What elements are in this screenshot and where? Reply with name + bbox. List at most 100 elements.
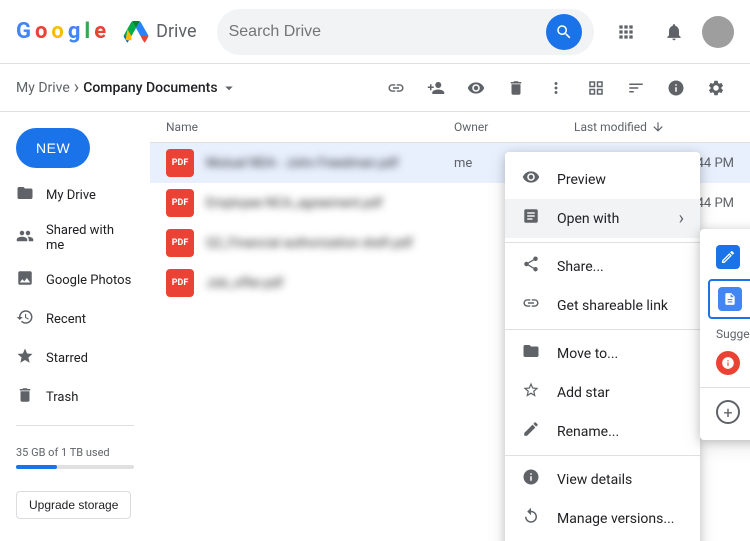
suggested-section: Suggested apps [700, 321, 750, 343]
more-button[interactable] [538, 70, 574, 106]
share-menu-icon [521, 255, 541, 278]
header-icons [606, 12, 734, 52]
sidebar-item-trash[interactable]: Trash [0, 378, 150, 417]
main-content: NEW My Drive Shared with me Google Photo… [0, 112, 750, 541]
star-menu-icon [521, 381, 541, 404]
sidebar-item-starred[interactable]: Starred [0, 339, 150, 378]
breadcrumb-home[interactable]: My Drive [16, 80, 70, 96]
pdf-file-icon: PDF [166, 229, 194, 257]
drive-logo: Drive [122, 21, 196, 43]
grid-icon [587, 79, 605, 97]
trash-icon [16, 386, 34, 409]
menu-item-share[interactable]: Share... [505, 247, 700, 286]
storage-bar [16, 465, 57, 469]
menu-item-open-with[interactable]: Open with › HelloSign Google Docs [505, 199, 700, 238]
rename-label: Rename... [557, 424, 684, 440]
storage-text: 35 GB of 1 TB used [16, 446, 134, 459]
delete-icon [507, 79, 525, 97]
pdf-file-icon: PDF [166, 189, 194, 217]
search-button[interactable] [546, 14, 582, 50]
sidebar-item-recent[interactable]: Recent [0, 300, 150, 339]
preview-menu-icon [521, 168, 541, 191]
menu-item-manage-versions[interactable]: Manage versions... [505, 499, 700, 538]
sidebar-item-photos[interactable]: Google Photos [0, 261, 150, 300]
delete-button[interactable] [498, 70, 534, 106]
file-name: Job_offer.pdf [206, 276, 454, 291]
versions-menu-icon [521, 507, 541, 530]
apps-button[interactable] [606, 12, 646, 52]
file-list: Name Owner Last modified PDF Mutual NDA … [150, 112, 750, 541]
settings-button[interactable] [698, 70, 734, 106]
toolbar-actions [378, 70, 734, 106]
breadcrumb-current[interactable]: Company Documents [83, 79, 237, 97]
search-icon [555, 23, 573, 41]
search-bar[interactable] [217, 9, 594, 55]
move-to-label: Move to... [557, 346, 684, 362]
grid-view-button[interactable] [578, 70, 614, 106]
rename-menu-icon [521, 420, 541, 443]
submenu-item-connect[interactable]: + Connect more apps [700, 392, 750, 432]
add-person-button[interactable] [418, 70, 454, 106]
info-icon [667, 79, 685, 97]
upgrade-button[interactable]: Upgrade storage [16, 491, 131, 519]
sidebar-item-shared-label: Shared with me [46, 223, 134, 253]
details-menu-icon [521, 468, 541, 491]
file-name: Employee NCA_agreement.pdf [206, 196, 454, 211]
sidebar-divider [16, 425, 134, 426]
menu-divider-1 [505, 242, 700, 243]
preview-button[interactable] [458, 70, 494, 106]
arrow-icon: › [679, 208, 684, 229]
sidebar-item-photos-label: Google Photos [46, 273, 131, 288]
shareable-link-label: Get shareable link [557, 298, 684, 314]
menu-item-preview[interactable]: Preview [505, 160, 700, 199]
file-name: Mutual NDA - John Freedman.pdf [206, 156, 454, 171]
submenu-item-google-docs[interactable]: Google Docs [708, 279, 750, 319]
new-button[interactable]: NEW [16, 128, 90, 168]
submenu-divider [700, 387, 750, 388]
menu-item-move-to[interactable]: Move to... [505, 334, 700, 373]
col-modified-header: Last modified [574, 120, 734, 134]
sidebar-item-starred-label: Starred [46, 351, 88, 366]
menu-item-view-details[interactable]: View details [505, 460, 700, 499]
sidebar-item-shared[interactable]: Shared with me [0, 215, 150, 261]
pdf-file-icon: PDF [166, 269, 194, 297]
col-name-header: Name [166, 120, 454, 134]
my-drive-icon [16, 184, 34, 207]
sort-icon [627, 79, 645, 97]
menu-divider-3 [505, 455, 700, 456]
shared-icon [16, 227, 34, 250]
file-name: Q2_Financial authorization draft.pdf [206, 236, 454, 251]
drive-text: Drive [156, 21, 196, 42]
toolbar: My Drive › Company Documents [0, 64, 750, 112]
settings-icon [707, 79, 725, 97]
info-button[interactable] [658, 70, 694, 106]
add-star-label: Add star [557, 385, 684, 401]
apps-icon [616, 22, 636, 42]
chevron-icon: › [74, 77, 79, 98]
app-header: Google Drive [0, 0, 750, 64]
photos-icon [16, 269, 34, 292]
file-list-header: Name Owner Last modified [150, 112, 750, 143]
hellosign-icon [716, 245, 740, 269]
preview-label: Preview [557, 172, 684, 188]
sidebar: NEW My Drive Shared with me Google Photo… [0, 112, 150, 541]
sidebar-item-my-drive[interactable]: My Drive [0, 176, 150, 215]
col-owner-header: Owner [454, 120, 574, 134]
link-button[interactable] [378, 70, 414, 106]
search-input[interactable] [229, 23, 436, 41]
menu-item-shareable-link[interactable]: Get shareable link [505, 286, 700, 325]
storage-info: 35 GB of 1 TB used [0, 434, 150, 487]
submenu-item-lumin[interactable]: Lumin PDF [700, 343, 750, 383]
bell-icon [664, 22, 684, 42]
menu-item-rename[interactable]: Rename... [505, 412, 700, 451]
avatar[interactable] [702, 16, 734, 48]
sort-button[interactable] [618, 70, 654, 106]
dropdown-icon [220, 79, 238, 97]
google-logo: Google [16, 19, 106, 44]
sidebar-item-trash-label: Trash [46, 390, 78, 405]
submenu-item-hellosign[interactable]: HelloSign [700, 237, 750, 277]
menu-item-add-star[interactable]: Add star [505, 373, 700, 412]
sort-asc-icon [651, 120, 665, 134]
notifications-button[interactable] [654, 12, 694, 52]
google-docs-icon [718, 287, 742, 311]
